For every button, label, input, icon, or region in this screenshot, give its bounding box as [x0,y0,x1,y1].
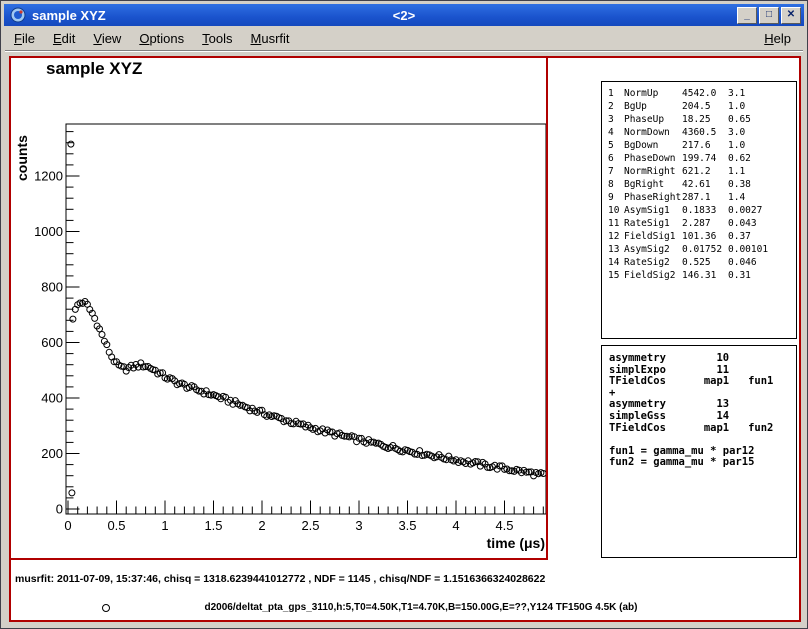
svg-text:0: 0 [56,502,63,517]
scatter-plot[interactable]: 0 0.5 1 1.5 2 2.5 3 3.5 4 4.5 0 200 400 600 800 1000 120… [11,58,551,563]
fit-status-text: musrfit: 2011-07-09, 15:37:46, chisq = 1… [15,573,545,585]
parameter-row: 8BgRight42.610.38 [608,178,796,191]
parameter-row: 10AsymSig10.18330.0027 [608,204,796,217]
svg-text:200: 200 [41,446,63,461]
window-title: sample XYZ [32,8,106,23]
root-canvas[interactable]: sample XYZ 00.511.522.533.544.5020040060… [9,56,801,622]
theory-text: asymmetry 10 simplExpo 11 TFieldCos map1… [602,346,796,469]
menubar: FileEditViewOptionsToolsMusrfit Help [5,27,803,49]
svg-text:0: 0 [64,518,71,533]
x-axis-title: time (μs) [487,535,545,551]
parameter-row: 3PhaseUp18.250.65 [608,113,796,126]
parameter-list: 1NormUp4542.03.12BgUp204.51.03PhaseUp18.… [601,81,797,339]
app-icon [10,7,26,23]
parameter-row: 4NormDown4360.53.0 [608,126,796,139]
run-legend-text: d2006/deltat_pta_gps_3110,h:5,T0=4.50K,T… [91,602,751,613]
parameter-row: 15FieldSig2146.310.31 [608,269,796,282]
svg-text:4.5: 4.5 [495,518,513,533]
parameter-row: 13AsymSig20.017520.00101 [608,243,796,256]
pad-highlight-border-right [546,58,548,560]
theory-box: asymmetry 10 simplExpo 11 TFieldCos map1… [601,345,797,558]
svg-text:1.5: 1.5 [204,518,222,533]
axis-labels: 0 0.5 1 1.5 2 2.5 3 3.5 4 4.5 0 200 400 600 800 1000 120… [14,135,545,551]
parameter-row: 14RateSig20.5250.046 [608,256,796,269]
window-center-title: <2> [393,8,415,23]
parameter-row: 2BgUp204.51.0 [608,100,796,113]
menu-item-help[interactable]: Help [752,28,803,49]
parameter-row: 6PhaseDown199.740.62 [608,152,796,165]
svg-text:4: 4 [452,518,459,533]
menu-item-tools[interactable]: Tools [193,28,241,49]
svg-text:400: 400 [41,391,63,406]
svg-text:800: 800 [41,280,63,295]
svg-text:0.5: 0.5 [107,518,125,533]
svg-text:2.5: 2.5 [301,518,319,533]
minimize-button[interactable]: _ [737,7,757,24]
svg-text:600: 600 [41,335,63,350]
maximize-button[interactable]: □ [759,7,779,24]
plot-pad[interactable]: 0 0.5 1 1.5 2 2.5 3 3.5 4 4.5 0 200 400 600 800 1000 120… [11,58,548,560]
axis-ticks [67,132,544,514]
app-window: sample XYZ <2> _ □ ✕ FileEditViewOptions… [0,0,808,629]
menu-item-edit[interactable]: Edit [44,28,84,49]
menubar-items: FileEditViewOptionsToolsMusrfit [5,28,299,49]
parameter-row: 7NormRight621.21.1 [608,165,796,178]
menu-item-view[interactable]: View [84,28,130,49]
titlebar[interactable]: sample XYZ <2> _ □ ✕ [4,4,804,26]
parameter-row: 5BgDown217.61.0 [608,139,796,152]
parameter-row: 1NormUp4542.03.1 [608,87,796,100]
svg-text:2: 2 [258,518,265,533]
y-axis-title: counts [14,135,30,181]
svg-text:3.5: 3.5 [398,518,416,533]
svg-text:3: 3 [355,518,362,533]
close-button[interactable]: ✕ [781,7,801,24]
svg-text:1000: 1000 [34,224,63,239]
parameter-row: 9PhaseRight287.11.4 [608,191,796,204]
parameter-row: 11RateSig12.2870.043 [608,217,796,230]
svg-text:1: 1 [161,518,168,533]
menubar-separator [5,50,803,52]
pad-highlight-border-bottom [11,558,548,560]
menu-item-options[interactable]: Options [130,28,193,49]
menu-item-file[interactable]: File [5,28,44,49]
plot-frame [66,124,546,514]
parameter-row: 12FieldSig1101.360.37 [608,230,796,243]
menu-item-musrfit[interactable]: Musrfit [242,28,299,49]
svg-text:1200: 1200 [34,169,63,184]
scatter-points [68,141,546,496]
